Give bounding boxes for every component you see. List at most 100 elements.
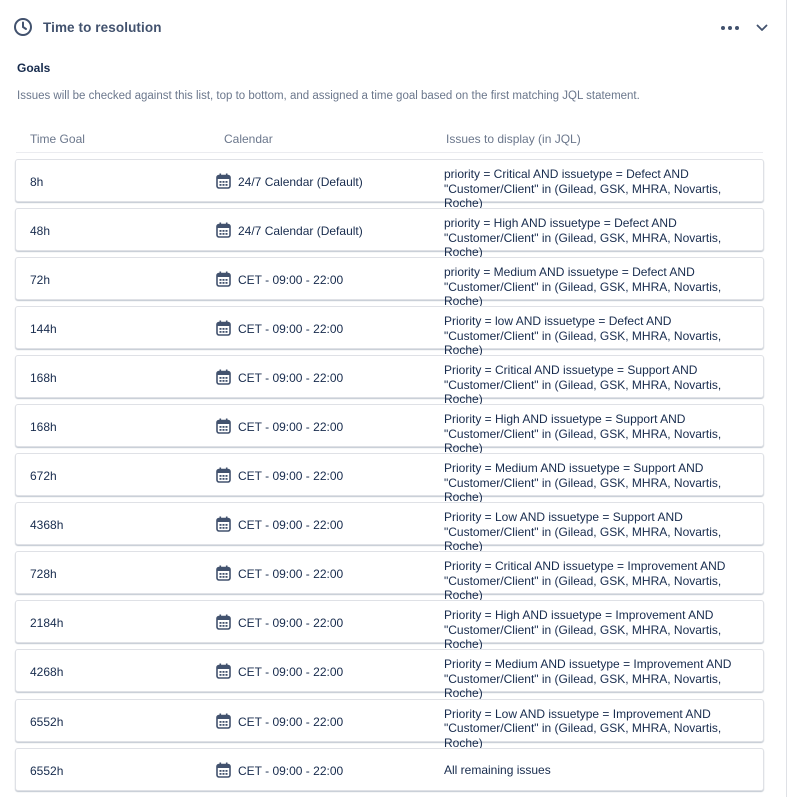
calendar-value: CET - 09:00 - 22:00 <box>238 714 344 729</box>
time-goal-value: 2184h <box>30 616 64 631</box>
jql-statement: Priority = Medium AND issuetype = Suppor… <box>444 461 762 505</box>
goal-row[interactable]: 2184h CET - 09:00 - 22:00 Priority = High … <box>15 600 764 651</box>
goal-row[interactable]: 8h 24/7 Calendar (Default) priority = Crit… <box>15 159 764 210</box>
chevron-down-icon[interactable] <box>755 21 769 35</box>
goals-description: Issues will be checked against this list… <box>17 90 640 102</box>
time-goal-value: 8h <box>30 175 44 189</box>
time-goal-value: 4268h <box>30 665 64 680</box>
calendar-icon <box>216 369 231 385</box>
calendar-icon <box>216 222 231 238</box>
time-goal-value: 168h <box>30 371 57 386</box>
jql-line: Priority = Low AND issuetype = Improveme… <box>444 706 711 721</box>
goal-row[interactable]: 6552h CET - 09:00 - 22:00 Priority = Low A… <box>15 698 764 750</box>
jql-line: "Customer/Client" in (Gilead, GSK, MHRA,… <box>444 230 722 260</box>
calendar-icon <box>216 663 231 680</box>
jql-statement: priority = Critical AND issuetype = Defe… <box>444 167 762 211</box>
jql-statement: Priority = low AND issuetype = Defect AN… <box>444 314 762 358</box>
calendar-value: CET - 09:00 - 22:00 <box>238 518 344 533</box>
panel-header: Time to resolution <box>0 0 787 56</box>
time-goal-value: 6552h <box>30 763 64 778</box>
calendar-value: CET - 09:00 - 22:00 <box>238 371 344 386</box>
calendar-value: 24/7 Calendar (Default) <box>238 224 363 239</box>
time-goal-value: 48h <box>30 224 51 239</box>
time-goal-value: 168h <box>30 420 57 435</box>
time-goal-value: 144h <box>30 322 57 337</box>
calendar-icon <box>216 565 231 582</box>
calendar-value: CET - 09:00 - 22:00 <box>238 420 344 435</box>
column-header-calendar: Calendar <box>224 132 273 146</box>
goal-row[interactable]: 6552h CET - 09:00 - 22:00 All remaining is… <box>15 747 764 791</box>
calendar-value: CET - 09:00 - 22:00 <box>238 616 344 631</box>
jql-line: "Customer/Client" in (Gilead, GSK, MHRA,… <box>444 524 722 554</box>
jql-line: Priority = Critical AND issuetype = Supp… <box>444 363 698 378</box>
jql-line: priority = High AND issuetype = Defect A… <box>444 216 677 231</box>
goal-row[interactable]: 672h CET - 09:00 - 22:00 Priority = Medium… <box>15 453 764 504</box>
jql-line: Priority = Critical AND issuetype = Impr… <box>444 559 726 574</box>
calendar-icon <box>216 320 231 336</box>
jql-line: "Customer/Client" in (Gilead, GSK, MHRA,… <box>444 721 722 750</box>
time-goal-value: 6552h <box>30 714 64 729</box>
calendar-icon <box>216 762 231 778</box>
calendar-icon <box>216 614 231 631</box>
goal-row[interactable]: 728h CET - 09:00 - 22:00 Priority = Critic… <box>15 551 764 602</box>
jql-line: priority = Critical AND issuetype = Defe… <box>444 167 689 181</box>
column-header-jql: Issues to display (in JQL) <box>446 132 581 146</box>
calendar-icon <box>216 271 231 287</box>
calendar-icon <box>216 418 231 435</box>
calendar-value: CET - 09:00 - 22:00 <box>238 322 344 337</box>
goal-row[interactable]: 48h 24/7 Calendar (Default) priority = Hig… <box>15 208 764 259</box>
goals-section-title: Goals <box>17 61 51 75</box>
panel-right-border <box>786 0 787 797</box>
jql-statement: Priority = Critical AND issuetype = Supp… <box>444 363 762 407</box>
calendar-value: 24/7 Calendar (Default) <box>238 175 363 189</box>
jql-statement: Priority = High AND issuetype = Improvem… <box>444 608 762 652</box>
jql-line: "Customer/Client" in (Gilead, GSK, MHRA,… <box>444 475 722 505</box>
clock-icon <box>14 18 32 36</box>
jql-line: Priority = Low AND issuetype = Support A… <box>444 510 683 525</box>
jql-line: priority = Medium AND issuetype = Defect… <box>444 265 695 280</box>
time-goal-value: 72h <box>30 273 51 288</box>
jql-line: Priority = High AND issuetype = Support … <box>444 412 686 427</box>
header-divider <box>16 152 763 153</box>
more-horizontal-icon[interactable] <box>720 24 740 32</box>
calendar-value: CET - 09:00 - 22:00 <box>238 469 344 484</box>
time-goal-value: 728h <box>30 567 57 582</box>
column-header-time-goal: Time Goal <box>30 132 85 146</box>
jql-statement: priority = Medium AND issuetype = Defect… <box>444 265 762 309</box>
panel-title: Time to resolution <box>43 20 162 35</box>
goal-row[interactable]: 144h CET - 09:00 - 22:00 Priority = low AN… <box>15 306 764 357</box>
jql-line: "Customer/Client" in (Gilead, GSK, MHRA,… <box>444 573 722 603</box>
time-goal-value: 4368h <box>30 518 64 533</box>
jql-line: Priority = low AND issuetype = Defect AN… <box>444 314 672 329</box>
goal-row[interactable]: 4268h CET - 09:00 - 22:00 Priority = Mediu… <box>15 649 764 700</box>
jql-line: Priority = High AND issuetype = Improvem… <box>444 608 714 623</box>
time-goal-value: 672h <box>30 469 57 484</box>
jql-statement: Priority = Critical AND issuetype = Impr… <box>444 559 762 603</box>
goal-row[interactable]: 168h CET - 09:00 - 22:00 Priority = High A… <box>15 404 764 455</box>
jql-statement: All remaining issues <box>444 763 762 778</box>
jql-line: Priority = Medium AND issuetype = Suppor… <box>444 461 704 476</box>
jql-line: All remaining issues <box>444 762 551 777</box>
calendar-icon <box>216 516 231 533</box>
jql-statement: Priority = High AND issuetype = Support … <box>444 412 762 456</box>
goals-list: 8h 24/7 Calendar (Default) priority = Crit… <box>15 159 764 797</box>
jql-statement: Priority = Low AND issuetype = Improveme… <box>444 707 762 751</box>
goal-row[interactable]: 72h CET - 09:00 - 22:00 priority = Medium … <box>15 257 764 308</box>
calendar-icon <box>216 713 231 729</box>
jql-line: "Customer/Client" in (Gilead, GSK, MHRA,… <box>444 671 722 701</box>
calendar-value: CET - 09:00 - 22:00 <box>238 665 344 680</box>
jql-statement: Priority = Medium AND issuetype = Improv… <box>444 657 762 701</box>
jql-line: "Customer/Client" in (Gilead, GSK, MHRA,… <box>444 328 722 358</box>
calendar-value: CET - 09:00 - 22:00 <box>238 273 344 288</box>
jql-statement: priority = High AND issuetype = Defect A… <box>444 216 762 260</box>
calendar-value: CET - 09:00 - 22:00 <box>238 567 344 582</box>
jql-line: "Customer/Client" in (Gilead, GSK, MHRA,… <box>444 377 722 407</box>
calendar-value: CET - 09:00 - 22:00 <box>238 763 344 778</box>
jql-statement: Priority = Low AND issuetype = Support A… <box>444 510 762 554</box>
calendar-icon <box>216 467 231 484</box>
jql-line: Priority = Medium AND issuetype = Improv… <box>444 657 732 672</box>
goal-row[interactable]: 4368h CET - 09:00 - 22:00 Priority = Low A… <box>15 502 764 553</box>
goal-row[interactable]: 168h CET - 09:00 - 22:00 Priority = Critic… <box>15 355 764 406</box>
jql-line: "Customer/Client" in (Gilead, GSK, MHRA,… <box>444 181 722 211</box>
jql-line: "Customer/Client" in (Gilead, GSK, MHRA,… <box>444 426 722 456</box>
